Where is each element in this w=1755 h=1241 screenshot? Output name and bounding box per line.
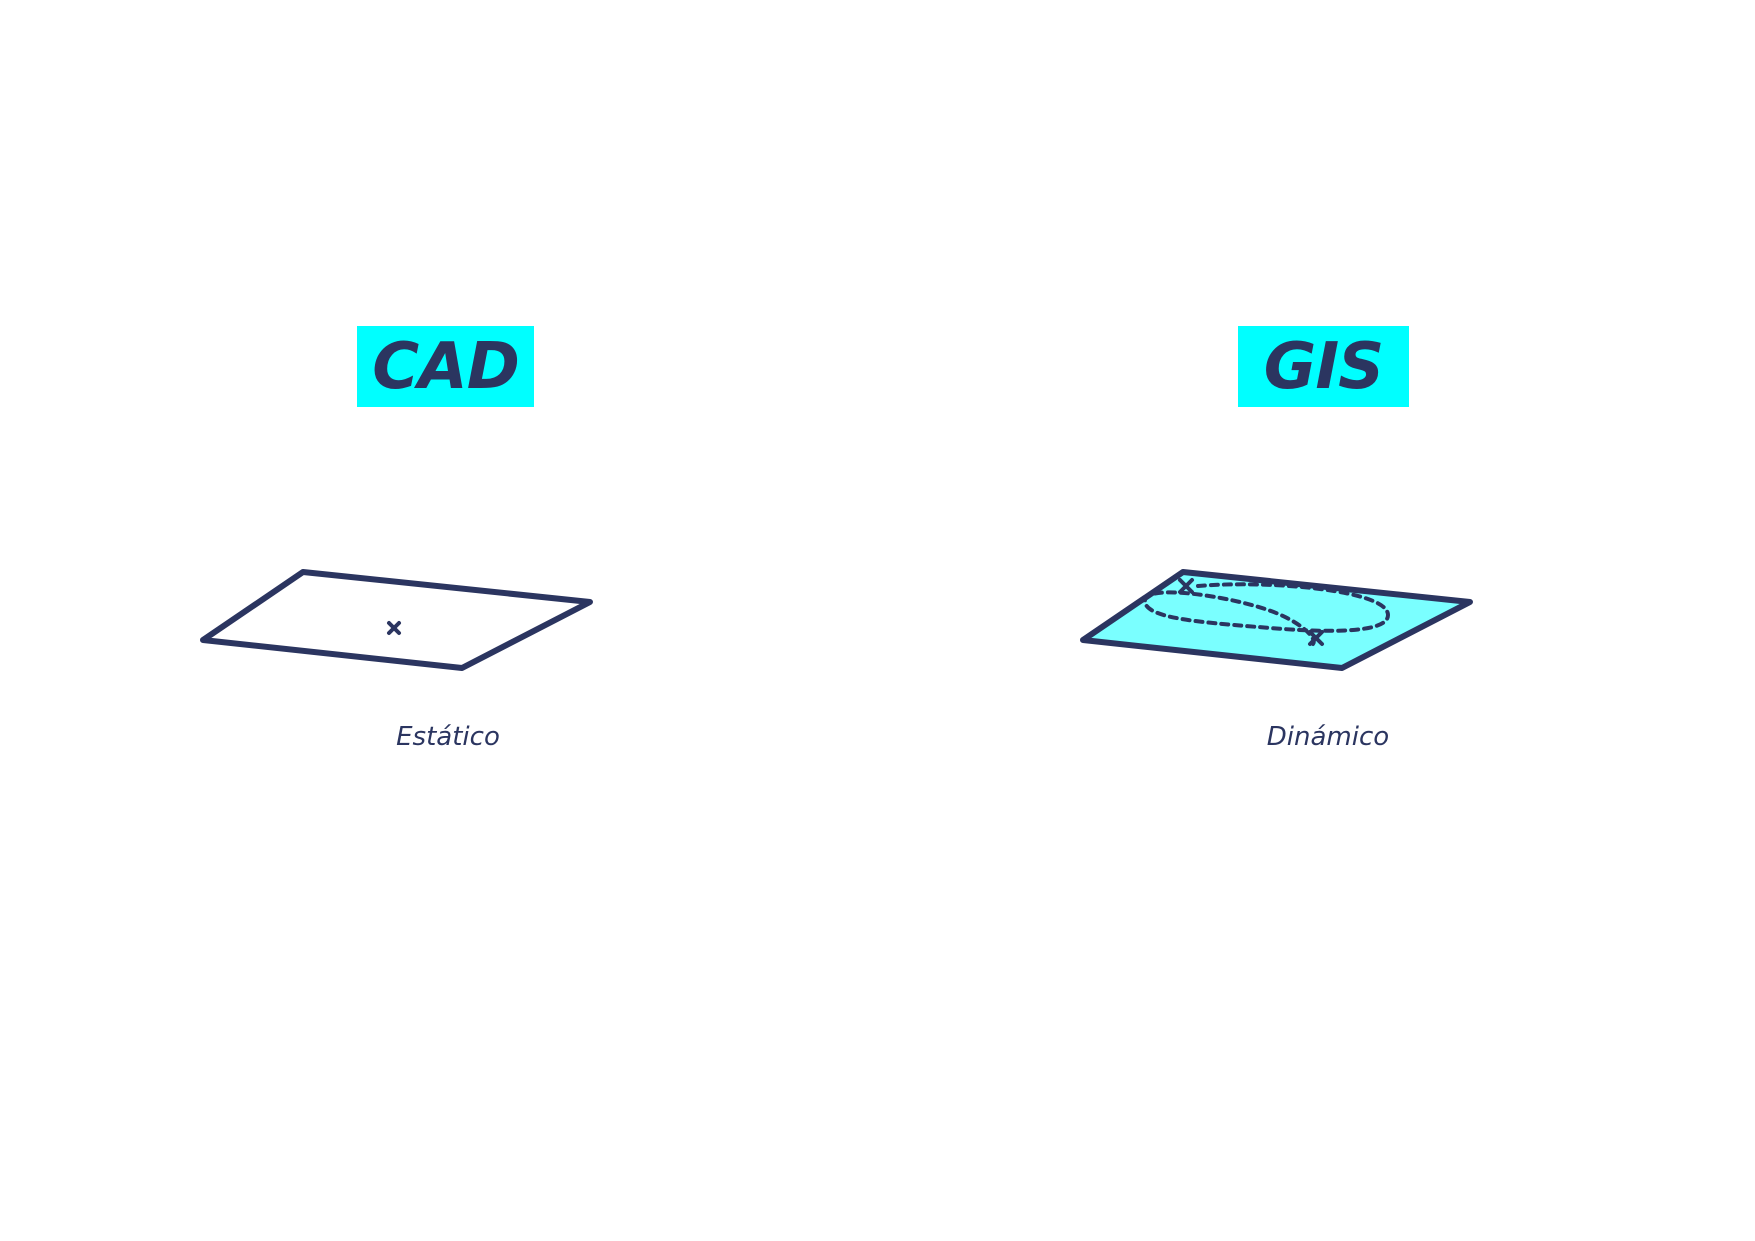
gis-panel: GIS Dinámico — [1068, 0, 1588, 1241]
cad-title: CAD — [372, 329, 520, 404]
x-mark-icon — [387, 621, 401, 635]
gis-plane-diagram — [1080, 569, 1473, 671]
static-plane — [200, 569, 593, 671]
cad-plane-diagram — [200, 569, 593, 671]
cad-panel: CAD Estático — [188, 0, 708, 1241]
cad-caption: Estático — [396, 722, 500, 752]
cad-title-badge: CAD — [357, 326, 534, 407]
gis-title: GIS — [1263, 329, 1384, 404]
gis-title-badge: GIS — [1238, 326, 1409, 407]
gis-caption: Dinámico — [1266, 722, 1390, 752]
